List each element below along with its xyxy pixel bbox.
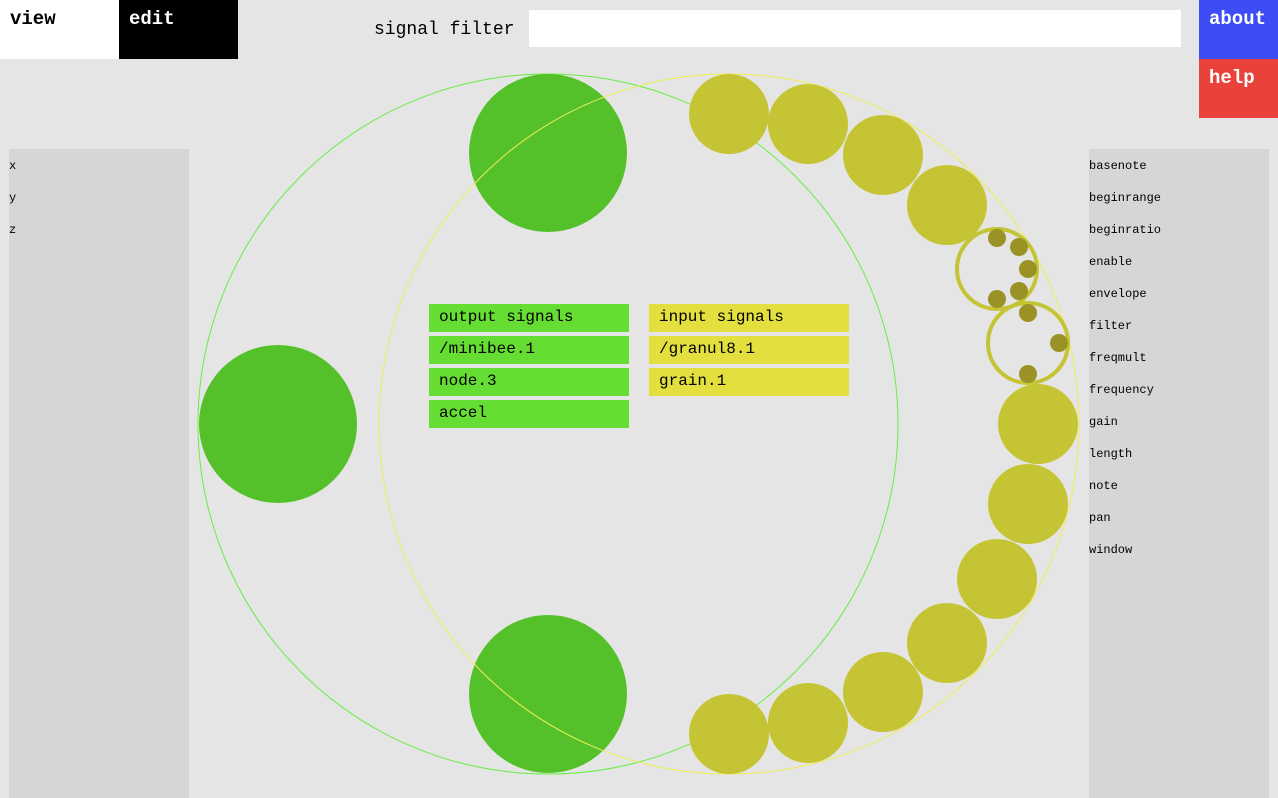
signal-graph-canvas (197, 73, 1080, 775)
tab-edit[interactable]: edit (119, 0, 238, 59)
right-panel-item[interactable]: beginratio (1089, 223, 1161, 237)
right-panel-item[interactable]: frequency (1089, 383, 1154, 397)
output-device-circle[interactable] (199, 345, 357, 503)
input-signal-circle[interactable] (768, 683, 848, 763)
right-panel-item[interactable]: freqmult (1089, 351, 1147, 365)
input-subsignal-dot[interactable] (1019, 304, 1037, 322)
about-button[interactable]: about (1199, 0, 1278, 59)
signal-filter-label: signal filter (374, 20, 515, 40)
input-node-item[interactable]: grain.1 (649, 368, 849, 396)
input-subsignal-dot[interactable] (988, 290, 1006, 308)
input-signal-circle[interactable] (768, 84, 848, 164)
help-button[interactable]: help (1199, 59, 1278, 118)
right-panel-item[interactable]: window (1089, 543, 1132, 557)
right-panel-item[interactable]: beginrange (1089, 191, 1161, 205)
right-panel-item[interactable]: enable (1089, 255, 1132, 269)
left-signal-panel[interactable]: x y z (9, 149, 189, 798)
input-subsignal-dot[interactable] (1019, 365, 1037, 383)
input-device-item[interactable]: /granul8.1 (649, 336, 849, 364)
output-signal-item[interactable]: accel (429, 400, 629, 428)
input-signal-circle[interactable] (907, 165, 987, 245)
input-node-expanded-ring[interactable] (986, 301, 1070, 385)
input-signal-circle[interactable] (998, 384, 1078, 464)
right-panel-item[interactable]: pan (1089, 511, 1111, 525)
right-panel-item[interactable]: envelope (1089, 287, 1147, 301)
left-panel-item[interactable]: z (9, 223, 16, 237)
output-device-circle[interactable] (469, 74, 627, 232)
input-signal-circle[interactable] (957, 539, 1037, 619)
input-signals-header: input signals (649, 304, 849, 332)
input-subsignal-dot[interactable] (1050, 334, 1068, 352)
input-subsignal-dot[interactable] (1010, 238, 1028, 256)
right-signal-panel[interactable]: basenote beginrange beginratio enable en… (1089, 149, 1269, 798)
input-subsignal-dot[interactable] (1019, 260, 1037, 278)
output-device-item[interactable]: /minibee.1 (429, 336, 629, 364)
input-signal-circle[interactable] (689, 74, 769, 154)
output-signals-header: output signals (429, 304, 629, 332)
left-panel-item[interactable]: x (9, 159, 16, 173)
right-panel-item[interactable]: length (1089, 447, 1132, 461)
input-signal-circle[interactable] (843, 115, 923, 195)
right-panel-item[interactable]: filter (1089, 319, 1132, 333)
input-signal-circle[interactable] (907, 603, 987, 683)
right-panel-item[interactable]: note (1089, 479, 1118, 493)
input-node-expanded-ring[interactable] (955, 227, 1039, 311)
right-panel-item[interactable]: basenote (1089, 159, 1147, 173)
tab-view[interactable]: view (0, 0, 119, 59)
input-signal-circle[interactable] (988, 464, 1068, 544)
input-subsignal-dot[interactable] (1010, 282, 1028, 300)
output-device-circle[interactable] (469, 615, 627, 773)
right-panel-item[interactable]: gain (1089, 415, 1118, 429)
left-panel-item[interactable]: y (9, 191, 16, 205)
input-signal-circle[interactable] (689, 694, 769, 774)
signal-filter-input[interactable] (529, 10, 1181, 47)
output-node-item[interactable]: node.3 (429, 368, 629, 396)
input-subsignal-dot[interactable] (988, 229, 1006, 247)
input-signal-circle[interactable] (843, 652, 923, 732)
